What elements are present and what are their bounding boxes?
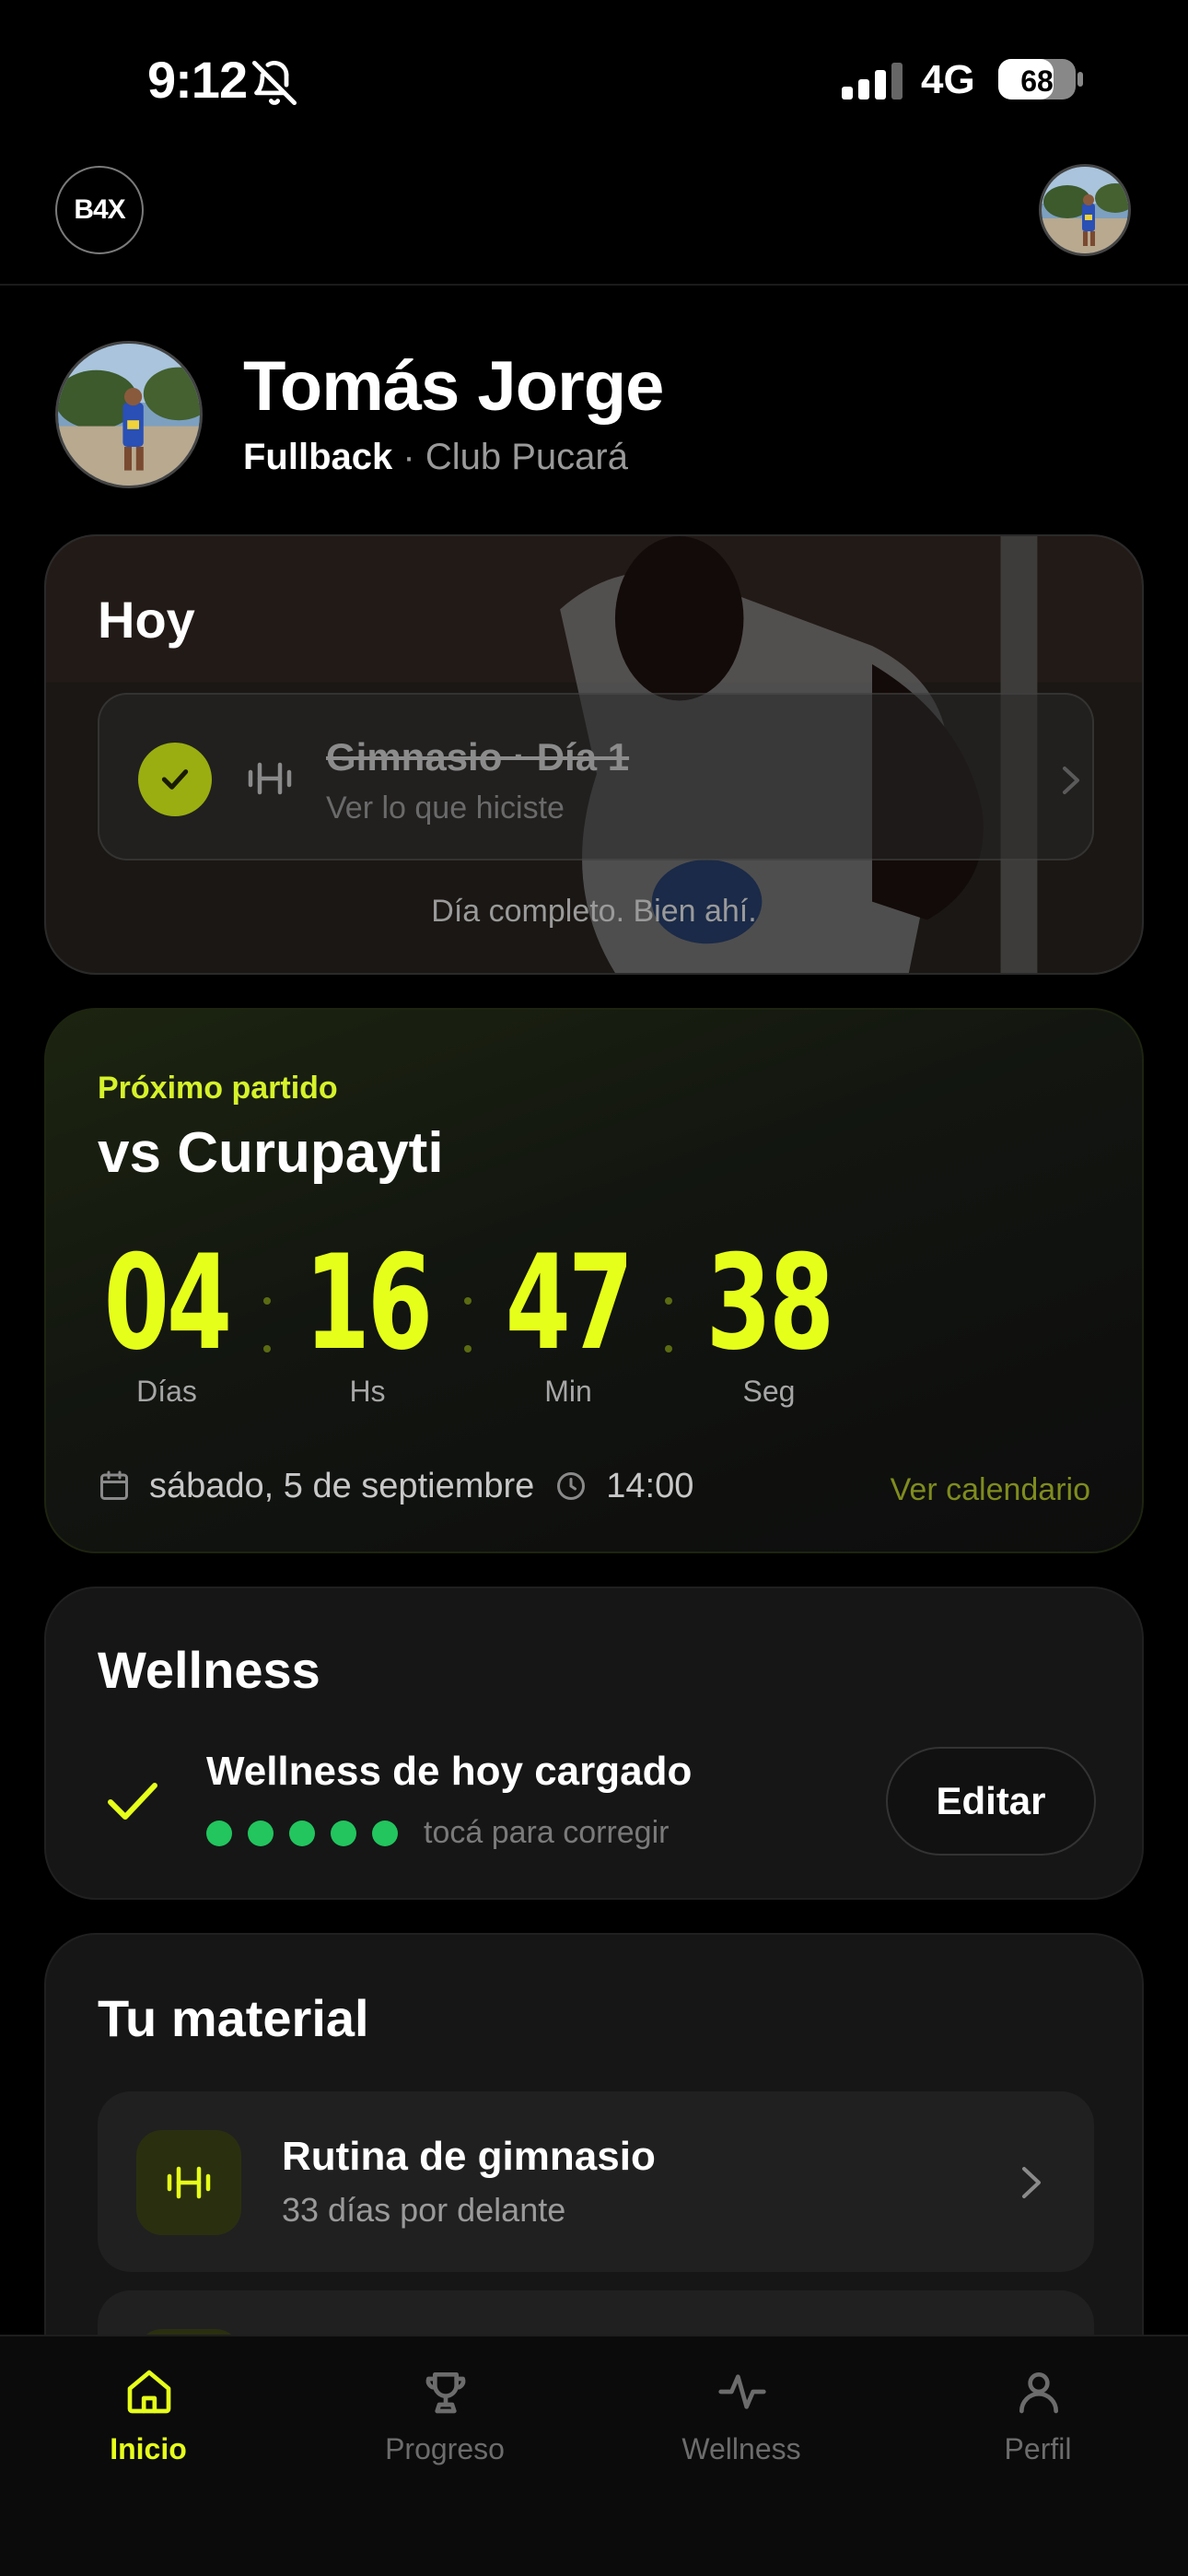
tab-perfil[interactable]: Perfil — [890, 2336, 1186, 2521]
battery-icon: 68 — [998, 59, 1083, 100]
countdown-minutes-value: 47 — [505, 1227, 634, 1379]
countdown-seconds-value: 38 — [705, 1227, 834, 1379]
player-position: Fullback — [243, 437, 393, 477]
profile-avatar[interactable] — [55, 341, 203, 488]
player-role: Fullback · Club Pucará — [243, 437, 628, 478]
clock-icon — [557, 1472, 586, 1500]
tab-inicio[interactable]: Inicio — [0, 2336, 297, 2521]
home-icon — [127, 2370, 171, 2414]
match-date: sábado, 5 de septiembre — [149, 1466, 535, 1505]
player-name: Tomás Jorge — [243, 347, 664, 426]
tab-label: Progreso — [385, 2432, 505, 2465]
match-schedule: sábado, 5 de septiembre 14:00 — [98, 1463, 693, 1509]
next-match-opponent: vs Curupayti — [98, 1121, 444, 1185]
dumbbell-icon — [167, 2166, 211, 2199]
status-time: 9:12 — [147, 51, 248, 109]
material-icon-tile — [136, 2130, 241, 2235]
wellness-rating — [206, 1821, 413, 1846]
chevron-right-icon — [1063, 767, 1079, 794]
profile-photo — [58, 344, 200, 486]
wellness-title: Wellness — [98, 1641, 320, 1699]
rating-dot — [331, 1821, 356, 1846]
view-calendar-link[interactable]: Ver calendario — [891, 1472, 1090, 1508]
next-match-card: Próximo partido vs Curupayti 04 Días 16 … — [44, 1008, 1144, 1553]
wellness-hint: tocá para corregir — [424, 1815, 670, 1850]
network-type: 4G — [921, 57, 975, 102]
material-item-gym-routine[interactable]: Rutina de gimnasio 33 días por delante — [98, 2091, 1094, 2272]
check-icon — [161, 769, 189, 790]
rating-dot — [248, 1821, 274, 1846]
task-subtitle: Ver lo que hiciste — [326, 790, 565, 825]
today-card: Hoy Gimnasio · Día 1 Ver lo que hiciste … — [44, 534, 1144, 975]
tab-label: Perfil — [1004, 2432, 1072, 2465]
bottom-tab-bar: Inicio Progreso Wellness Perfil — [0, 2335, 1188, 2576]
task-title: Gimnasio · Día 1 — [326, 735, 630, 779]
avatar-photo — [1042, 167, 1128, 253]
check-icon — [108, 1783, 157, 1820]
wellness-status: Wellness de hoy cargado — [206, 1749, 693, 1794]
countdown-days-value: 04 — [103, 1227, 232, 1379]
today-task-row[interactable]: Gimnasio · Día 1 Ver lo que hiciste — [98, 693, 1094, 861]
app-header: B4X — [0, 157, 1188, 286]
calendar-icon — [100, 1470, 128, 1500]
header-avatar[interactable] — [1039, 164, 1131, 256]
countdown-minutes-label: Min — [544, 1375, 592, 1408]
material-item-subtitle: 33 días por delante — [282, 2191, 566, 2229]
trophy-icon — [425, 2372, 466, 2414]
task-complete-badge — [138, 743, 212, 816]
activity-icon — [718, 2374, 766, 2409]
battery-level: 68 — [1020, 64, 1054, 98]
countdown-seconds-label: Seg — [742, 1375, 796, 1408]
player-club: Club Pucará — [425, 437, 628, 477]
countdown-separator — [263, 1297, 273, 1352]
next-match-label: Próximo partido — [98, 1071, 338, 1106]
role-separator: · — [402, 437, 415, 477]
material-title: Tu material — [98, 1989, 369, 2047]
user-icon — [1019, 2372, 1058, 2414]
countdown-separator — [464, 1297, 473, 1352]
status-bar: 9:12 4G 68 — [0, 0, 1188, 157]
tab-label: Wellness — [681, 2432, 801, 2465]
rating-dot — [206, 1821, 232, 1846]
today-complete-message: Día completo. Bien ahí. — [431, 894, 757, 929]
rating-dot — [289, 1821, 315, 1846]
app-logo[interactable]: B4X — [55, 166, 144, 254]
countdown-separator — [665, 1297, 674, 1352]
match-time: 14:00 — [606, 1466, 694, 1505]
countdown-hours-label: Hs — [349, 1375, 386, 1408]
tab-label: Inicio — [110, 2432, 187, 2465]
wellness-card: Wellness Wellness de hoy cargado tocá pa… — [44, 1587, 1144, 1900]
rating-dot — [372, 1821, 398, 1846]
chevron-right-icon — [1022, 2167, 1041, 2198]
today-title: Hoy — [98, 591, 195, 649]
tab-progreso[interactable]: Progreso — [297, 2336, 593, 2521]
dumbbell-icon — [248, 762, 292, 795]
material-item-name: Rutina de gimnasio — [282, 2134, 656, 2179]
bell-muted-icon — [251, 60, 297, 106]
edit-wellness-button[interactable]: Editar — [886, 1747, 1096, 1856]
cell-signal-icon — [842, 63, 903, 100]
tab-wellness[interactable]: Wellness — [593, 2336, 890, 2521]
countdown-days-label: Días — [136, 1375, 197, 1408]
countdown-hours-value: 16 — [304, 1227, 433, 1379]
